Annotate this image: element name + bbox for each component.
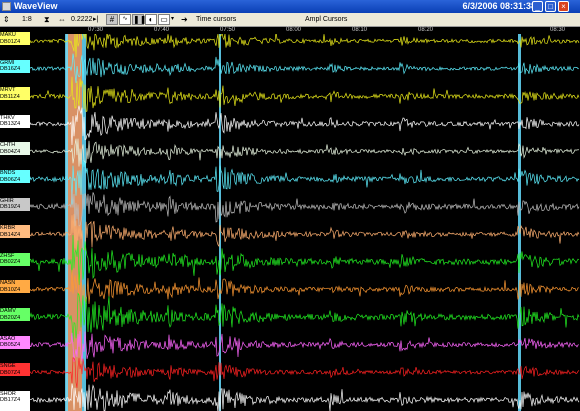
channel-code: DB19Z4 xyxy=(0,204,21,211)
channel-code: DB11Z4 xyxy=(0,93,20,100)
time-tick: 08:10 xyxy=(352,27,368,33)
time-tick: 07:30 xyxy=(88,27,104,33)
channel-code: DB20Z4 xyxy=(0,314,21,321)
waveform-trace-krbr xyxy=(30,214,580,253)
channel-label-mrvt[interactable]: MRVT DB11Z4 xyxy=(0,87,30,101)
ampl-cursors-label[interactable]: Ampl Cursors xyxy=(305,14,347,25)
arrow-right-icon[interactable]: ➜ xyxy=(181,14,188,25)
spectrum-button[interactable]: ◐ xyxy=(145,14,157,25)
vertical-arrows-icon[interactable]: ⇕ xyxy=(3,14,10,25)
channel-label-thkv[interactable]: THKV DB13Z4 xyxy=(0,114,30,128)
channel-scale: *0.5 xyxy=(0,403,10,410)
event-marker-band xyxy=(219,34,221,411)
waveform-trace-ghir xyxy=(30,189,580,227)
channel-label-krbr[interactable]: KRBR DB14Z4 xyxy=(0,225,30,239)
channel-label-snge[interactable]: SNGE DB07Z4 xyxy=(0,363,30,377)
waveform-trace-maku xyxy=(30,34,580,58)
channel-code: DB16Z4 xyxy=(0,66,21,73)
channel-code: DB05Z4 xyxy=(0,342,21,349)
title-bar: WaveView 6/3/2006 08:31:38 _ □ × xyxy=(0,0,580,13)
toolbar: ⇕ 1:8 ⧗ ⇔ 0.2222 ▸| # ∿ ❚❚ ◐ ▭ ▾ ➜ Time … xyxy=(0,13,580,27)
waveform-trace-zhsf xyxy=(30,235,580,286)
channel-code: DB04Z4 xyxy=(0,148,21,155)
event-marker-band xyxy=(518,34,521,411)
time-tick: 08:20 xyxy=(418,27,434,33)
time-axis: 07:30 07:40 07:50 08:00 08:10 08:20 08:30 xyxy=(30,26,580,34)
time-tick: 08:30 xyxy=(550,27,566,33)
waveview-window: WaveView 6/3/2006 08:31:38 _ □ × ⇕ 1:8 ⧗… xyxy=(0,0,580,411)
channel-label-ghir[interactable]: GHIR DB19Z4 xyxy=(0,197,30,211)
waveform-trace-chth xyxy=(30,138,580,167)
gain-value: 1:8 xyxy=(22,16,32,23)
channel-code: DB10Z4 xyxy=(0,286,21,293)
hourglass-icon[interactable]: ⧗ xyxy=(44,14,50,25)
waveform-trace-damv xyxy=(30,292,580,342)
channel-label-bnds[interactable]: BNDS DB06Z4 xyxy=(0,170,30,183)
grid-cursor-button[interactable]: # xyxy=(106,14,118,25)
channel-label-damv[interactable]: DAMV DB20Z4 xyxy=(0,308,30,321)
channel-label-chth[interactable]: CHTH DB04Z4 xyxy=(0,142,30,156)
close-button[interactable]: × xyxy=(558,1,569,12)
channel-code: DB01Z4 xyxy=(0,38,21,45)
channel-code: DB07Z4 xyxy=(0,369,21,376)
waveform-trace-thkv xyxy=(30,105,580,146)
print-button[interactable]: ▭ xyxy=(158,14,170,25)
waveform-trace-snge xyxy=(30,357,580,388)
window-title: WaveView xyxy=(14,1,58,11)
app-icon xyxy=(2,2,11,11)
minimize-button[interactable]: _ xyxy=(532,1,543,12)
waveform-trace-mrvt xyxy=(30,76,580,113)
maximize-button[interactable]: □ xyxy=(545,1,556,12)
channel-code: DB06Z4 xyxy=(0,176,21,183)
waveform-trace-bnds xyxy=(30,159,580,205)
channel-label-nasn[interactable]: NASN DB10Z4 xyxy=(0,280,30,294)
channel-label-grmi[interactable]: GRMI DB16Z4 xyxy=(0,59,30,73)
zoom-value: 0.2222 xyxy=(71,16,93,23)
waveform-trace-nasn xyxy=(30,269,580,306)
channel-code: DB13Z4 xyxy=(0,121,21,128)
pause-button[interactable]: ❚❚ xyxy=(132,14,146,25)
waveform-display[interactable] xyxy=(30,34,580,411)
channel-code: DB02Z4 xyxy=(0,259,21,266)
channel-label-zhsf[interactable]: ZHSF DB02Z4 xyxy=(0,252,30,266)
time-cursors-label[interactable]: Time cursors xyxy=(196,14,236,25)
time-tick: 08:00 xyxy=(286,27,302,33)
channel-label-maku[interactable]: MAKU DB01Z4 xyxy=(0,32,30,45)
channel-label-shor[interactable]: SHOR DB17Z4 *0.5 xyxy=(0,390,30,411)
filter-button[interactable]: ∿ xyxy=(119,14,131,25)
step-icon[interactable]: ▸| xyxy=(93,14,98,25)
waveform-trace-grmi xyxy=(30,53,580,84)
time-tick: 07:40 xyxy=(154,27,170,33)
channel-label-asao[interactable]: ASAO DB05Z4 xyxy=(0,335,30,349)
waveform-trace-shor xyxy=(30,383,580,411)
horizontal-arrows-icon[interactable]: ⇔ xyxy=(58,14,66,25)
waveform-trace-asao xyxy=(30,331,580,362)
print-dropdown-icon[interactable]: ▾ xyxy=(171,14,174,25)
event-marker-band xyxy=(65,34,68,411)
window-datetime: 6/3/2006 08:31:38 xyxy=(462,1,536,11)
channel-code: DB14Z4 xyxy=(0,231,21,238)
time-tick: 07:50 xyxy=(220,27,236,33)
